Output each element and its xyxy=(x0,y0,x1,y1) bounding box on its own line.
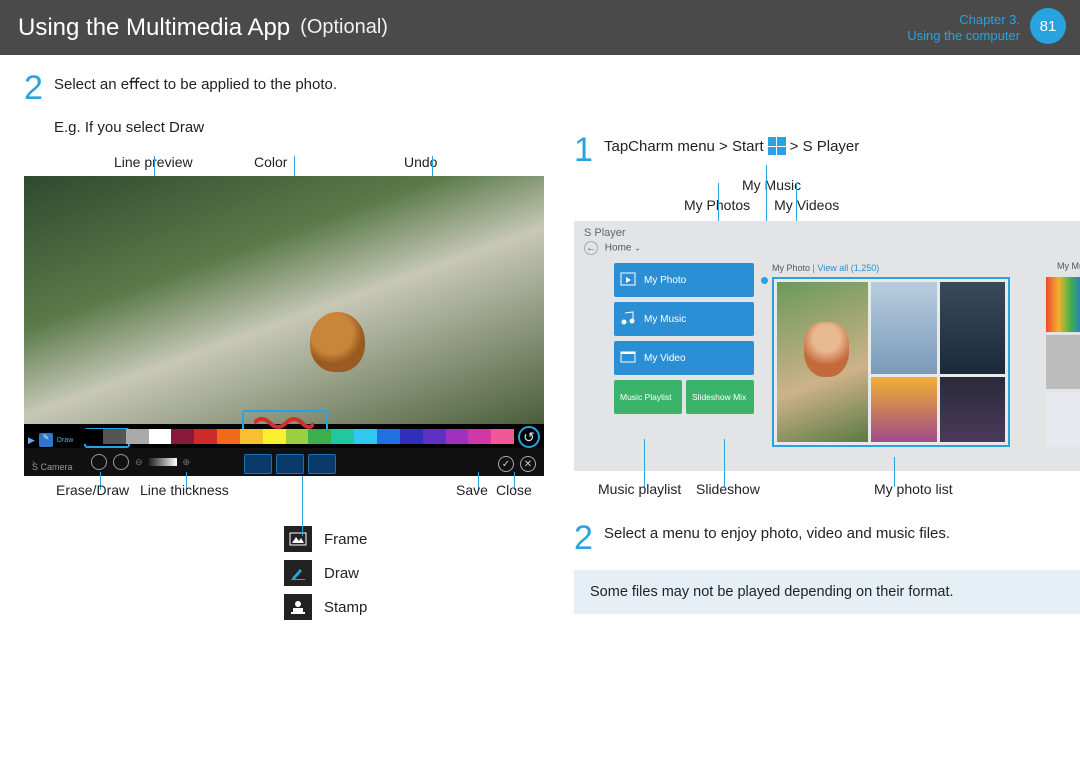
photo-thumb-1[interactable] xyxy=(777,282,868,442)
menu-callout-labels: My Music My Photos My Videos xyxy=(684,177,1080,213)
color-palette-bar[interactable] xyxy=(80,429,514,444)
my-mu-label: My Mu xyxy=(1057,261,1080,271)
s-camera-screenshot: ▶ ✎ Draw › ⊖ ⊕ xyxy=(24,176,544,476)
photo-thumb-3[interactable] xyxy=(940,282,1005,374)
save-button[interactable]: ✓ xyxy=(498,456,514,472)
tile-my-video[interactable]: My Video xyxy=(614,341,754,375)
label-save: Save xyxy=(456,482,488,498)
color-swatch[interactable] xyxy=(103,429,126,444)
color-swatch[interactable] xyxy=(377,429,400,444)
label-close: Close xyxy=(496,482,532,498)
color-swatch[interactable] xyxy=(149,429,172,444)
label-music-playlist: Music playlist xyxy=(598,481,681,497)
erase-draw-toggle-2[interactable] xyxy=(113,454,129,470)
color-swatch[interactable] xyxy=(263,429,286,444)
photo-thumb-4[interactable] xyxy=(871,377,936,442)
color-swatch[interactable] xyxy=(171,429,194,444)
color-swatch[interactable] xyxy=(400,429,423,444)
color-swatch[interactable] xyxy=(491,429,514,444)
bottom-callout-labels: Erase/Draw Line thickness Save Close xyxy=(24,482,544,508)
music-thumb-strip xyxy=(1046,277,1080,447)
thickness-slider[interactable] xyxy=(149,458,177,466)
tile-slideshow-mix[interactable]: Slideshow Mix xyxy=(686,380,754,414)
windows-start-icon xyxy=(768,137,786,155)
erase-draw-toggle[interactable] xyxy=(91,454,107,470)
color-swatch[interactable] xyxy=(126,429,149,444)
left-column: 2 Select an eﬀect to be applied to the p… xyxy=(24,75,544,628)
legend-draw: Draw xyxy=(324,565,359,582)
frame-tab[interactable] xyxy=(244,454,272,474)
label-my-videos: My Videos xyxy=(774,197,839,213)
close-button[interactable]: ✕ xyxy=(520,456,536,472)
label-slideshow: Slideshow xyxy=(696,481,760,497)
color-swatch[interactable] xyxy=(240,429,263,444)
photo-thumb-5[interactable] xyxy=(940,377,1005,442)
color-swatch[interactable] xyxy=(468,429,491,444)
step-2r-number: 2 xyxy=(574,519,593,558)
step-2-text: Select an eﬀect to be applied to the pho… xyxy=(54,75,544,93)
s-player-screenshot: S Player ← Home ⌄ My Photo My xyxy=(574,221,1080,471)
draw-icon xyxy=(284,560,312,586)
step-2r-text: Select a menu to enjoy photo, video and … xyxy=(604,525,1080,542)
photo-thumb-2[interactable] xyxy=(871,282,936,374)
tile-music-playlist[interactable]: Music Playlist xyxy=(614,380,682,414)
color-swatch[interactable] xyxy=(308,429,331,444)
header-chapter-block: Chapter 3. Using the computer xyxy=(907,12,1020,45)
back-icon[interactable]: ← xyxy=(584,241,598,255)
color-swatch[interactable] xyxy=(194,429,217,444)
icon-legend: Frame Draw Stamp xyxy=(284,526,544,620)
photo-grid[interactable] xyxy=(772,277,1010,447)
tile-my-photo[interactable]: My Photo xyxy=(614,263,754,297)
frame-icon xyxy=(284,526,312,552)
color-swatch[interactable] xyxy=(331,429,354,444)
draw-tab[interactable] xyxy=(276,454,304,474)
color-swatch[interactable] xyxy=(217,429,240,444)
note-box: Some ﬁles may not be played depending on… xyxy=(574,570,1080,614)
page-number-badge: 81 xyxy=(1030,8,1066,44)
label-color: Color xyxy=(254,154,404,170)
step-1-text: TapCharm menu > Start > S Player xyxy=(604,137,1080,155)
app-title-label: S Camera xyxy=(32,462,73,472)
draw-tool-icon[interactable]: ✎ xyxy=(39,433,53,447)
legend-frame: Frame xyxy=(324,531,367,548)
color-swatch[interactable] xyxy=(446,429,469,444)
top-callout-labels: Line preview Color Undo xyxy=(114,154,544,170)
right-column: 1 TapCharm menu > Start > S Player My Mu… xyxy=(574,75,1080,628)
photo-canvas xyxy=(24,176,544,424)
label-my-music: My Music xyxy=(742,177,1080,193)
right-step-2: 2 Select a menu to enjoy photo, video an… xyxy=(574,525,1080,542)
splayer-breadcrumb: ← Home ⌄ xyxy=(574,241,1080,255)
color-swatch[interactable] xyxy=(80,429,103,444)
splayer-photo-pane: My Photo | View all (1,250) My Mu xyxy=(772,263,1080,461)
color-swatch[interactable] xyxy=(423,429,446,444)
label-erase-draw: Erase/Draw xyxy=(56,482,129,498)
legend-stamp: Stamp xyxy=(324,599,367,616)
header-subtitle: (Optional) xyxy=(300,16,388,39)
page-header: Using the Multimedia App (Optional) Chap… xyxy=(0,0,1080,55)
color-swatch[interactable] xyxy=(354,429,377,444)
undo-button[interactable] xyxy=(518,426,540,448)
label-line-thickness: Line thickness xyxy=(140,482,229,498)
step-1-number: 1 xyxy=(574,131,593,170)
line-preview-stroke xyxy=(254,416,314,428)
tile-my-music[interactable]: My Music xyxy=(614,302,754,336)
bottom-toolbar: › ⊖ ⊕ ✓ ✕ xyxy=(24,448,544,476)
stamp-icon xyxy=(284,594,312,620)
header-title: Using the Multimedia App xyxy=(18,14,290,42)
stamp-tab[interactable] xyxy=(308,454,336,474)
label-my-photo-list: My photo list xyxy=(874,481,953,497)
dot-photo xyxy=(761,277,768,284)
splayer-menu: My Photo My Music My Video xyxy=(614,263,754,461)
splayer-title: S Player xyxy=(574,221,1080,241)
example-heading: E.g. If you select Draw xyxy=(54,119,544,136)
section-label: Using the computer xyxy=(907,28,1020,44)
splayer-bottom-labels: Music playlist Slideshow My photo list xyxy=(574,481,1080,503)
label-line-preview: Line preview xyxy=(114,154,254,170)
chapter-label: Chapter 3. xyxy=(907,12,1020,28)
step-2-number: 2 xyxy=(24,69,43,108)
color-swatch[interactable] xyxy=(286,429,309,444)
